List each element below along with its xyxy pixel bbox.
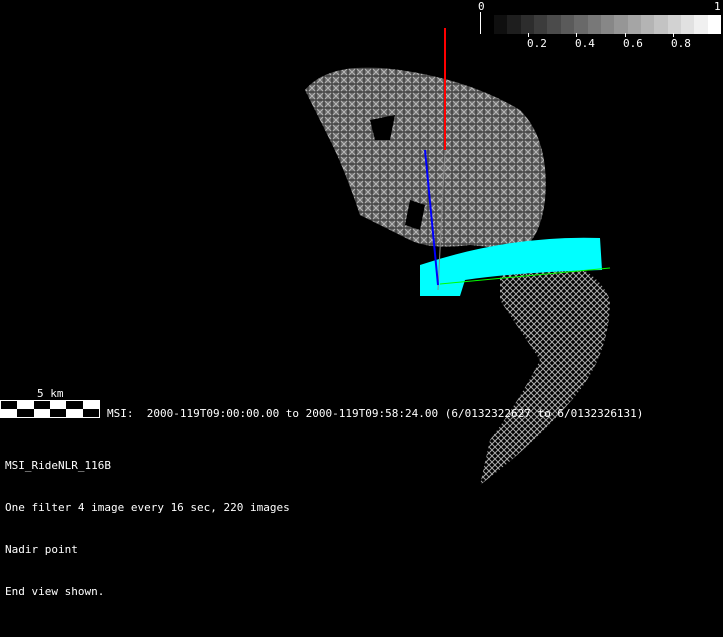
sequence-description: One filter 4 image every 16 sec, 220 ima… — [5, 501, 290, 514]
colorbar-step — [600, 15, 615, 34]
scale-bar-segment — [1, 409, 18, 417]
scale-bar-segment — [17, 409, 34, 417]
colorbar-step — [640, 15, 655, 34]
scale-bar-segment — [66, 409, 83, 417]
asteroid-lower-lobe — [480, 258, 610, 485]
scale-bar-label: 5 km — [37, 387, 64, 400]
scale-bar-segment — [17, 401, 34, 409]
scale-bar-segment — [82, 401, 99, 409]
colorbar-min-label: 0 — [478, 0, 485, 13]
scale-bar-segment — [33, 409, 50, 417]
colorbar-tick — [480, 12, 481, 34]
colorbar-step — [614, 15, 628, 34]
pointing-mode: Nadir point — [5, 543, 78, 556]
colorbar-step — [560, 15, 575, 34]
colorbar-step — [681, 15, 695, 34]
colorbar-step — [507, 15, 521, 34]
scale-bar-segment — [33, 401, 50, 409]
colorbar-step — [494, 15, 508, 34]
colorbar-tick — [528, 33, 530, 37]
scale-bar-segment — [49, 401, 67, 409]
scale-bar-segment — [66, 401, 83, 409]
colorbar-step — [667, 15, 682, 34]
colorbar-max-label: 1 — [714, 0, 721, 13]
colorbar-tick — [672, 33, 674, 37]
view-note: End view shown. — [5, 585, 105, 598]
scale-bar — [0, 400, 100, 418]
scale-bar-segment — [49, 409, 67, 417]
colorbar-step — [574, 15, 588, 34]
observation-info: MSI_RideNLR_116B One filter 4 image ever… — [5, 431, 290, 613]
colorbar-step — [627, 15, 641, 34]
sequence-name: MSI_RideNLR_116B — [5, 459, 111, 472]
colorbar-tick-label: 0.2 — [527, 37, 547, 50]
scale-bar-segment — [1, 401, 18, 409]
colorbar-step — [654, 15, 668, 34]
colorbar-step — [534, 15, 548, 34]
colorbar-tick-label: 0.8 — [671, 37, 691, 50]
colorbar-tick-label: 0.6 — [623, 37, 643, 50]
colorbar-tick — [576, 33, 578, 37]
colorbar-tick-label: 0.4 — [575, 37, 595, 50]
time-range-text: MSI: 2000-119T09:00:00.00 to 2000-119T09… — [107, 407, 644, 420]
colorbar-step — [707, 15, 722, 34]
colorbar-step — [587, 15, 601, 34]
colorbar-step — [694, 15, 708, 34]
colorbar-gradient — [494, 15, 722, 34]
scale-bar-segment — [82, 409, 99, 417]
colorbar-tick — [624, 33, 626, 37]
colorbar-step — [520, 15, 535, 34]
colorbar-step — [547, 15, 561, 34]
